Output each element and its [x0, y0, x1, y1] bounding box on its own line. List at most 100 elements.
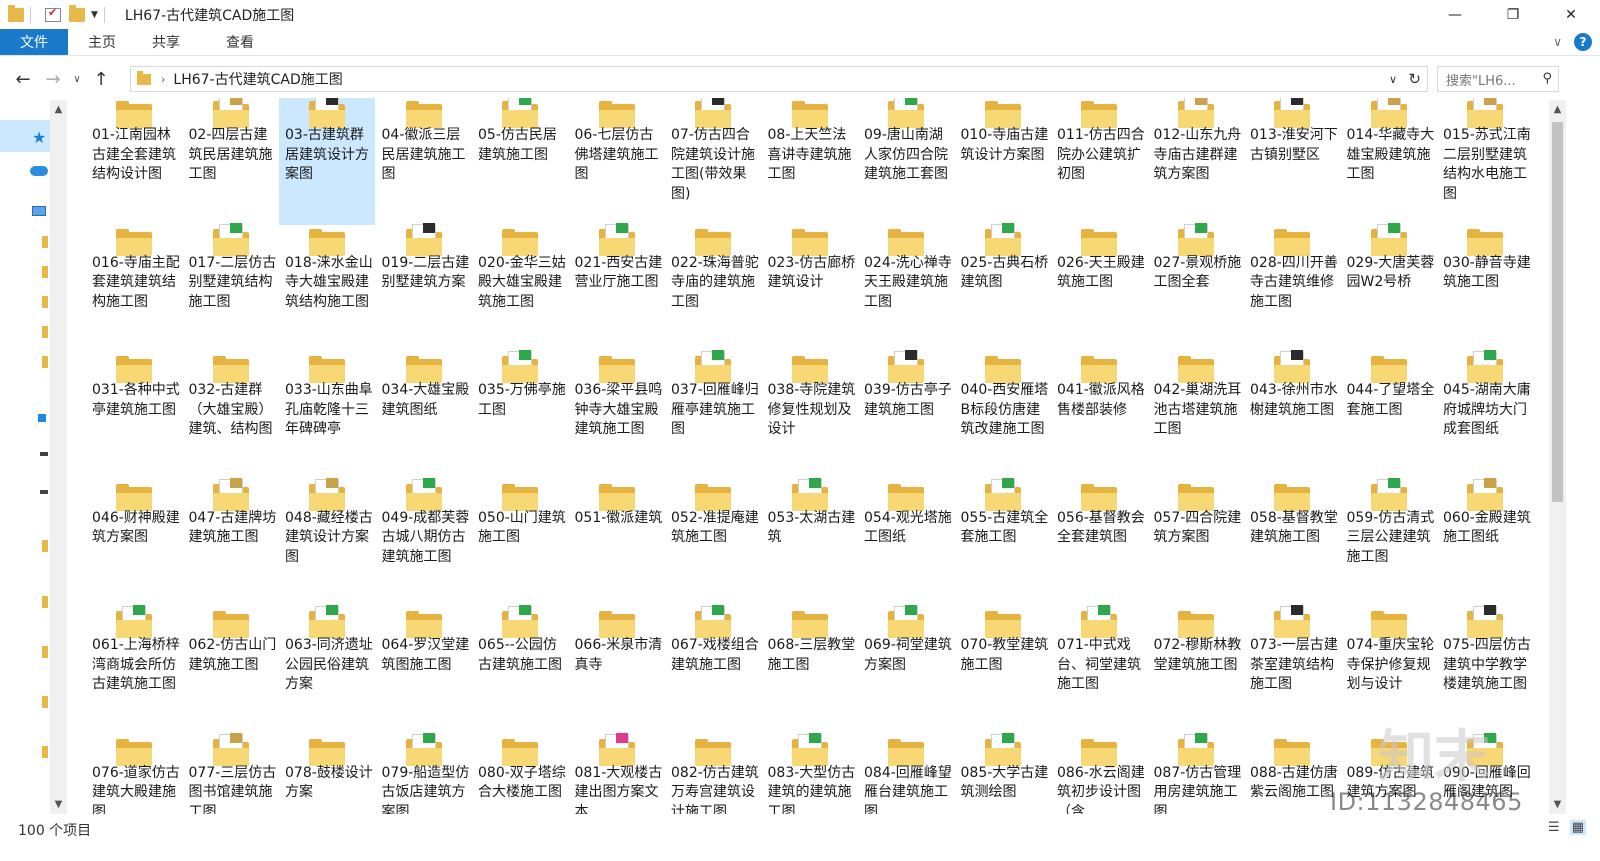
folder-item[interactable]: 070-教堂建筑施工图: [955, 608, 1051, 735]
nav-folder-icon[interactable]: [42, 746, 48, 758]
folder-item[interactable]: 03-古建筑群居建筑设计方案图: [279, 98, 375, 225]
folder-item[interactable]: 05-仿古民居建筑施工图: [472, 98, 568, 225]
drive-icon[interactable]: [40, 490, 48, 494]
minimize-button[interactable]: —: [1426, 0, 1484, 29]
folder-item[interactable]: 067-戏楼组合建筑施工图: [665, 605, 761, 735]
folder-item[interactable]: 047-古建牌坊建筑施工图: [183, 477, 279, 608]
scroll-down-icon[interactable]: ▼: [50, 799, 67, 810]
folder-item[interactable]: 040-西安雁塔B标段仿唐建筑改建施工图: [955, 353, 1051, 480]
folder-item[interactable]: 082-仿古建筑万寿宫建筑设计施工图: [665, 736, 761, 814]
scrollbar-thumb[interactable]: [1552, 122, 1563, 502]
folder-item[interactable]: 053-太湖古建筑: [762, 477, 858, 608]
nav-folder-icon[interactable]: [42, 696, 48, 708]
folder-item[interactable]: 076-道家仿古建筑大殿建施图: [86, 736, 182, 814]
folder-item[interactable]: 065--公园仿古建筑施工图: [472, 605, 568, 735]
folder-item[interactable]: 012-山东九舟寺庙古建群建筑方案图: [1148, 98, 1244, 225]
close-button[interactable]: ✕: [1542, 0, 1600, 29]
folder-item[interactable]: 078-鼓楼设计方案: [279, 736, 375, 815]
folder-item[interactable]: 046-财神殿建筑方案图: [86, 481, 182, 608]
folder-item[interactable]: 035-万佛亭施工图: [472, 350, 568, 480]
onedrive-icon[interactable]: [30, 166, 48, 176]
folder-item[interactable]: 020-金华三姑殿大雄宝殿建筑施工图: [472, 226, 568, 353]
nav-folder-icon[interactable]: [42, 646, 48, 658]
folder-item[interactable]: 058-基督教堂建筑施工图: [1244, 481, 1340, 608]
maximize-button[interactable]: ❐: [1484, 0, 1542, 29]
forward-button[interactable]: →: [38, 69, 68, 90]
nav-folder-icon[interactable]: [42, 266, 48, 278]
nav-folder-icon[interactable]: [42, 326, 48, 338]
folder-item[interactable]: 015-苏式江南二层别墅建筑结构水电施工图: [1437, 98, 1533, 225]
folder-item[interactable]: 079-船造型仿古饭店建筑方案图: [376, 732, 472, 814]
folder-item[interactable]: 013-淮安河下古镇别墅区: [1244, 98, 1340, 225]
tab-view[interactable]: 查看: [208, 29, 272, 55]
folder-item[interactable]: 084-回雁峰望雁台建筑施工图: [858, 736, 954, 814]
nav-folder-icon[interactable]: [42, 296, 48, 308]
nav-folder-icon[interactable]: [42, 540, 48, 552]
quick-access-dropdown-icon[interactable]: ▼: [91, 10, 98, 20]
folder-item[interactable]: 024-洗心禅寺天王殿建筑施工图: [858, 226, 954, 353]
this-pc-icon[interactable]: [32, 206, 46, 216]
folder-item[interactable]: 010-寺庙古建筑设计方案图: [955, 98, 1051, 225]
folder-item[interactable]: 055-古建筑全套施工图: [955, 477, 1051, 608]
folder-item[interactable]: 016-寺庙主配套建筑建筑结构施工图: [86, 226, 182, 353]
folder-item[interactable]: 039-仿古亭子建筑施工图: [858, 350, 954, 480]
folder-item[interactable]: 02-四层古建筑民居建筑施工图: [183, 98, 279, 225]
folder-item[interactable]: 086-水云阁建筑初步设计图（含: [1051, 736, 1147, 814]
folder-item[interactable]: 027-景观桥施工图全套: [1148, 222, 1244, 353]
folder-item[interactable]: 083-大型仿古建筑的建筑施工图: [762, 732, 858, 814]
folder-item[interactable]: 045-湖南大庸府城牌坊大门成套图纸: [1437, 350, 1533, 480]
folder-item[interactable]: 07-仿古四合院建筑设计施工图(带效果图): [665, 98, 761, 225]
folder-item[interactable]: 073-一层古建茶室建筑结构施工图: [1244, 605, 1340, 735]
folder-item[interactable]: 062-仿古山门建筑施工图: [183, 608, 279, 735]
folder-item[interactable]: 030-静音寺建筑施工图: [1437, 226, 1533, 353]
tab-share[interactable]: 共享: [134, 29, 198, 55]
nav-folder-icon[interactable]: [42, 596, 48, 608]
folder-item[interactable]: 033-山东曲阜孔庙乾隆十三年碑碑亭: [279, 353, 375, 480]
scroll-up-icon[interactable]: ▲: [1549, 104, 1566, 115]
folder-item[interactable]: 026-天王殿建筑施工图: [1051, 226, 1147, 353]
folder-item[interactable]: 038-寺院建筑修复性规划及设计: [762, 353, 858, 480]
folder-item[interactable]: 021-西安古建营业厅施工图: [569, 222, 665, 353]
folder-item[interactable]: 049-成都芙蓉古城八期仿古建筑施工图: [376, 477, 472, 608]
folder-item[interactable]: 041-徽派风格售楼部装修: [1051, 353, 1147, 480]
folder-item[interactable]: 080-双子塔综合大楼施工图: [472, 736, 568, 815]
tab-file[interactable]: 文件: [0, 29, 68, 55]
folder-item[interactable]: 037-回雁峰归雁亭建筑施工图: [665, 350, 761, 480]
folder-item[interactable]: 042-巢湖洗耳池古塔建筑施工图: [1148, 353, 1244, 480]
help-icon[interactable]: ?: [1574, 33, 1592, 51]
folder-item[interactable]: 054-观光塔施工图纸: [858, 481, 954, 608]
folder-item[interactable]: 025-古典石桥建筑图: [955, 222, 1051, 353]
details-view-icon[interactable]: ☰: [1548, 820, 1560, 835]
folder-item[interactable]: 066-米泉市清真寺: [569, 608, 665, 735]
address-bar[interactable]: › LH67-古代建筑CAD施工图 ∨ ↻: [130, 66, 1428, 92]
folder-item[interactable]: 014-华藏寺大雄宝殿建筑施工图: [1341, 98, 1437, 225]
properties-icon[interactable]: [45, 6, 61, 22]
folder-item[interactable]: 050-山门建筑施工图: [472, 481, 568, 608]
windows-drive-icon[interactable]: [38, 414, 46, 422]
folder-item[interactable]: 01-江南园林古建全套建筑结构设计图: [86, 98, 182, 225]
large-icons-view-icon[interactable]: ▦: [1569, 820, 1586, 835]
folder-item[interactable]: 06-七层仿古佛塔建筑施工图: [569, 98, 665, 225]
folder-item[interactable]: 071-中式戏台、祠堂建筑施工图: [1051, 605, 1147, 735]
quick-access-star-icon[interactable]: ★: [32, 128, 50, 147]
search-icon[interactable]: ⚲: [1542, 71, 1552, 86]
tab-home[interactable]: 主页: [70, 29, 134, 55]
content-scrollbar[interactable]: ▲ ▼: [1549, 100, 1566, 814]
folder-item[interactable]: 031-各种中式亭建筑施工图: [86, 353, 182, 480]
folder-item[interactable]: 081-大观楼古建出图方案文本: [569, 732, 665, 814]
folder-item[interactable]: 048-藏经楼古建筑设计方案图: [279, 477, 375, 608]
folder-item[interactable]: 034-大雄宝殿建筑图纸: [376, 353, 472, 480]
folder-item[interactable]: 029-大唐芙蓉园W2号桥: [1341, 222, 1437, 353]
nav-folder-icon[interactable]: [42, 356, 48, 368]
breadcrumb-separator[interactable]: ›: [161, 73, 165, 86]
folder-item[interactable]: 051-徽派建筑: [569, 481, 665, 608]
folder-item[interactable]: 043-徐州市水榭建筑施工图: [1244, 350, 1340, 480]
back-button[interactable]: ←: [8, 69, 38, 90]
folder-item[interactable]: 04-徽派三层民居建筑施工图: [376, 98, 472, 225]
new-folder-icon[interactable]: [69, 4, 85, 22]
folder-item[interactable]: 08-上天竺法喜讲寺建筑施工图: [762, 98, 858, 225]
nav-pane-scrollbar[interactable]: ▲ ▼: [50, 100, 67, 814]
folder-item[interactable]: 028-四川开善寺古建筑维修施工图: [1244, 226, 1340, 353]
folder-item[interactable]: 060-金殿建筑施工图纸: [1437, 477, 1533, 608]
up-button[interactable]: ↑: [86, 69, 116, 90]
